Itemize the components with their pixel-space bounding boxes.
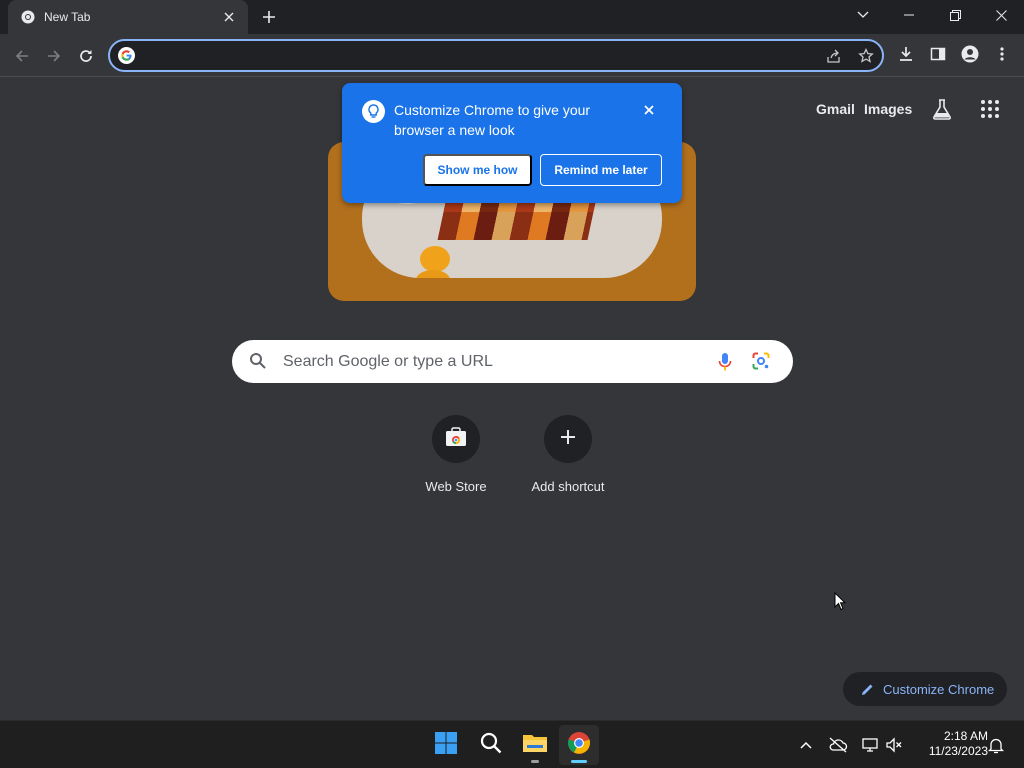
shortcut-add[interactable]: Add shortcut xyxy=(512,415,624,494)
google-g-icon xyxy=(118,47,135,64)
search-icon xyxy=(249,352,269,372)
close-icon[interactable] xyxy=(640,101,658,119)
close-icon[interactable] xyxy=(220,8,238,26)
tab-new-tab[interactable]: New Tab xyxy=(8,0,248,34)
shortcut-icon-circle xyxy=(544,415,592,463)
shortcut-label: Add shortcut xyxy=(531,479,605,494)
menu-button[interactable] xyxy=(988,42,1016,70)
taskbar: 2:18 AM 11/23/2023 xyxy=(0,720,1024,768)
close-window-button[interactable] xyxy=(978,0,1024,30)
shortcut-icon-circle xyxy=(432,415,480,463)
shortcut-web-store[interactable]: Web Store xyxy=(400,415,512,494)
web-store-icon xyxy=(445,426,467,452)
chevron-up-icon[interactable] xyxy=(796,735,816,755)
customize-chrome-button[interactable]: Customize Chrome xyxy=(843,672,1007,706)
back-button[interactable] xyxy=(8,42,36,70)
pencil-icon xyxy=(859,681,875,697)
reload-button[interactable] xyxy=(72,42,100,70)
gmail-link[interactable]: Gmail xyxy=(816,101,855,117)
new-tab-button[interactable] xyxy=(258,6,280,28)
profile-button[interactable] xyxy=(956,42,984,70)
bookmark-star-icon[interactable] xyxy=(856,46,876,66)
customize-chrome-promo: Customize Chrome to give your browser a … xyxy=(342,83,682,203)
windows-start-icon xyxy=(434,731,458,760)
microphone-icon[interactable] xyxy=(718,352,736,372)
shortcut-label: Web Store xyxy=(425,479,487,494)
chrome-icon xyxy=(20,9,36,25)
doodle-pumpkin xyxy=(416,270,450,278)
side-panel-button[interactable] xyxy=(924,42,952,70)
mouse-cursor-icon xyxy=(834,591,847,611)
clock-time: 2:18 AM xyxy=(943,729,988,743)
labs-flask-icon[interactable] xyxy=(930,97,954,121)
tab-strip: New Tab xyxy=(0,0,1024,34)
restore-button[interactable] xyxy=(932,0,978,30)
file-explorer-button[interactable] xyxy=(515,725,555,765)
promo-message: Customize Chrome to give your browser a … xyxy=(394,102,591,138)
google-lens-icon[interactable] xyxy=(752,352,772,372)
google-apps-icon[interactable] xyxy=(980,99,1000,119)
search-box[interactable] xyxy=(232,340,793,383)
doodle-pumpkin xyxy=(420,246,450,272)
system-clock[interactable]: 2:18 AM 11/23/2023 xyxy=(912,729,988,759)
taskbar-search-button[interactable] xyxy=(471,725,511,765)
chrome-taskbar-button[interactable] xyxy=(559,725,599,765)
show-me-how-button[interactable]: Show me how xyxy=(423,154,532,186)
share-icon[interactable] xyxy=(824,46,844,66)
search-icon xyxy=(480,732,502,759)
profile-icon xyxy=(961,45,979,68)
address-input[interactable] xyxy=(144,45,804,67)
plus-icon xyxy=(560,429,576,450)
chrome-window: New Tab Gmail Images Customize Chrome to… xyxy=(0,0,1024,768)
clock-date: 11/23/2023 xyxy=(928,744,988,758)
chrome-icon xyxy=(567,731,591,760)
new-tab-page: Gmail Images Customize Chrome to give yo… xyxy=(0,78,1024,720)
download-button[interactable] xyxy=(892,42,920,70)
forward-button[interactable] xyxy=(40,42,68,70)
volume-muted-icon[interactable] xyxy=(884,735,904,755)
address-bar[interactable] xyxy=(108,39,884,72)
cloud-offline-icon[interactable] xyxy=(828,735,848,755)
start-button[interactable] xyxy=(426,725,466,765)
tab-search-button[interactable] xyxy=(840,0,886,30)
more-vert-icon xyxy=(1000,46,1004,66)
search-input[interactable] xyxy=(283,351,703,373)
remind-me-later-button[interactable]: Remind me later xyxy=(540,154,662,186)
lightbulb-icon xyxy=(362,100,385,123)
side-panel-icon xyxy=(930,46,946,67)
notification-bell-icon[interactable] xyxy=(986,735,1006,755)
tab-title: New Tab xyxy=(44,10,91,24)
toolbar xyxy=(0,34,1024,77)
minimize-button[interactable] xyxy=(886,0,932,30)
file-explorer-icon xyxy=(522,732,548,759)
network-icon[interactable] xyxy=(860,735,880,755)
customize-chrome-label: Customize Chrome xyxy=(883,681,995,697)
download-icon xyxy=(898,46,914,67)
images-link[interactable]: Images xyxy=(864,101,912,117)
